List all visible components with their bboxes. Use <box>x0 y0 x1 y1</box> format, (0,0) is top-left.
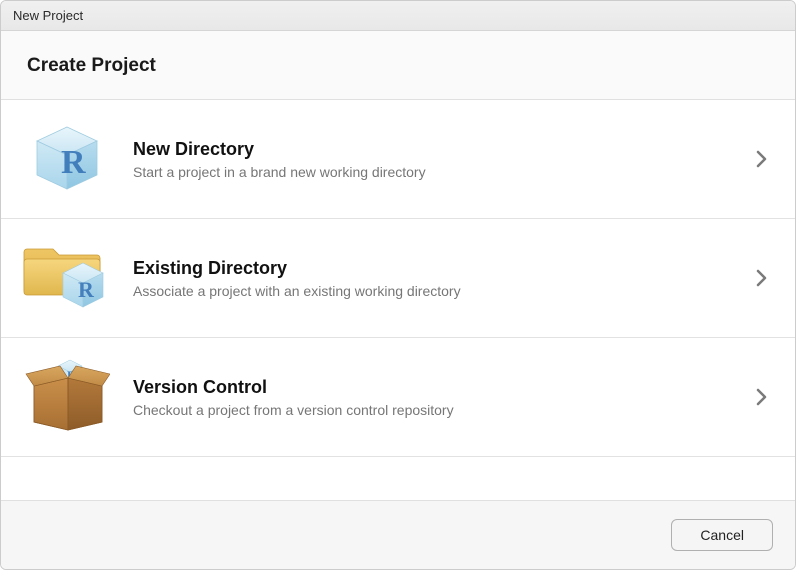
option-description: Start a project in a brand new working d… <box>133 164 737 180</box>
new-project-dialog: New Project Create Project <box>0 0 796 570</box>
folder-r-icon: R <box>19 239 115 317</box>
option-text: New Directory Start a project in a brand… <box>115 139 737 180</box>
dialog-footer: Cancel <box>1 500 795 569</box>
option-existing-directory[interactable]: R Existing Directory Associate a project… <box>1 219 795 338</box>
box-r-icon: R <box>19 358 115 436</box>
dialog-header: Create Project <box>1 31 795 100</box>
options-list: R New Directory Start a project in a bra… <box>1 100 795 500</box>
option-text: Existing Directory Associate a project w… <box>115 258 737 299</box>
option-new-directory[interactable]: R New Directory Start a project in a bra… <box>1 100 795 219</box>
cancel-button[interactable]: Cancel <box>671 519 773 551</box>
chevron-right-icon <box>749 147 773 171</box>
option-text: Version Control Checkout a project from … <box>115 377 737 418</box>
svg-text:R: R <box>78 277 95 302</box>
option-title: New Directory <box>133 139 737 160</box>
chevron-right-icon <box>749 266 773 290</box>
option-title: Existing Directory <box>133 258 737 279</box>
option-description: Checkout a project from a version contro… <box>133 402 737 418</box>
chevron-right-icon <box>749 385 773 409</box>
option-title: Version Control <box>133 377 737 398</box>
svg-text:R: R <box>61 144 86 181</box>
option-description: Associate a project with an existing wor… <box>133 283 737 299</box>
r-cube-icon: R <box>19 120 115 198</box>
page-title: Create Project <box>27 55 769 77</box>
title-bar: New Project <box>1 1 795 31</box>
option-version-control[interactable]: R Version Control Checkout a project fro… <box>1 338 795 457</box>
window-title: New Project <box>13 8 83 23</box>
